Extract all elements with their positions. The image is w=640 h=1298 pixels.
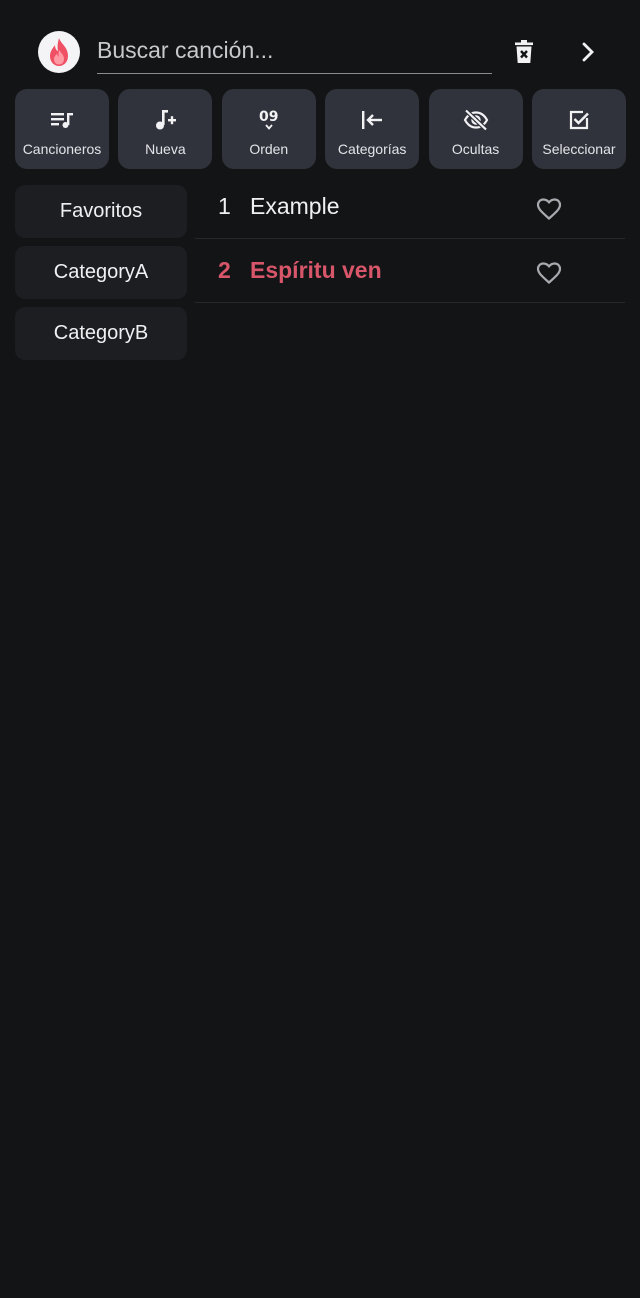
favorite-heart-icon[interactable]: [536, 261, 562, 285]
header: [0, 0, 640, 88]
next-button[interactable]: [571, 34, 605, 70]
categories-button[interactable]: Categorías: [325, 89, 420, 169]
song-title: Espíritu ven: [250, 257, 382, 283]
checkbox-icon: [569, 110, 589, 130]
category-sidebar: Favoritos CategoryA CategoryB: [15, 185, 187, 368]
song-title: Example: [250, 193, 340, 219]
clear-search-button[interactable]: [507, 34, 541, 70]
select-label: Seleccionar: [542, 141, 616, 157]
categories-label: Categorías: [337, 141, 407, 157]
song-list: 1 Example 2 Espíritu ven: [195, 175, 625, 303]
category-b[interactable]: CategoryB: [15, 307, 187, 360]
song-number: 2: [218, 257, 231, 283]
sort-label: Orden: [249, 141, 289, 157]
song-row[interactable]: 2 Espíritu ven: [195, 239, 625, 303]
delete-x-icon: [515, 40, 533, 63]
songbooks-button[interactable]: Cancioneros: [15, 89, 109, 169]
hidden-songs-label: Ocultas: [451, 141, 500, 157]
arrow-to-left-icon: [362, 111, 383, 129]
toolbar: Cancioneros Nueva 09 Orden Categorías Oc…: [15, 89, 626, 169]
new-song-label: Nueva: [145, 141, 186, 157]
select-button[interactable]: Seleccionar: [531, 89, 626, 169]
sort-button[interactable]: 09 Orden: [221, 89, 316, 169]
category-a[interactable]: CategoryA: [15, 246, 187, 299]
search-field: [97, 28, 492, 74]
search-input[interactable]: [97, 28, 492, 72]
chevron-right-icon: [582, 42, 594, 62]
hidden-songs-button[interactable]: Ocultas: [428, 89, 523, 169]
playlist-music-icon: [51, 113, 73, 128]
song-row[interactable]: 1 Example: [195, 175, 625, 239]
eye-off-icon: [463, 109, 488, 131]
songbooks-label: Cancioneros: [22, 141, 102, 157]
flame-icon: [50, 38, 68, 66]
sort-icon-digits: 09: [259, 109, 279, 125]
song-number: 1: [218, 193, 231, 219]
music-note-plus-icon: [156, 110, 177, 130]
new-song-button[interactable]: Nueva: [118, 89, 213, 169]
sort-numeric-icon: 09: [259, 107, 279, 133]
app-logo[interactable]: [38, 31, 80, 73]
favorite-heart-icon[interactable]: [536, 197, 562, 221]
category-favoritos[interactable]: Favoritos: [15, 185, 187, 238]
